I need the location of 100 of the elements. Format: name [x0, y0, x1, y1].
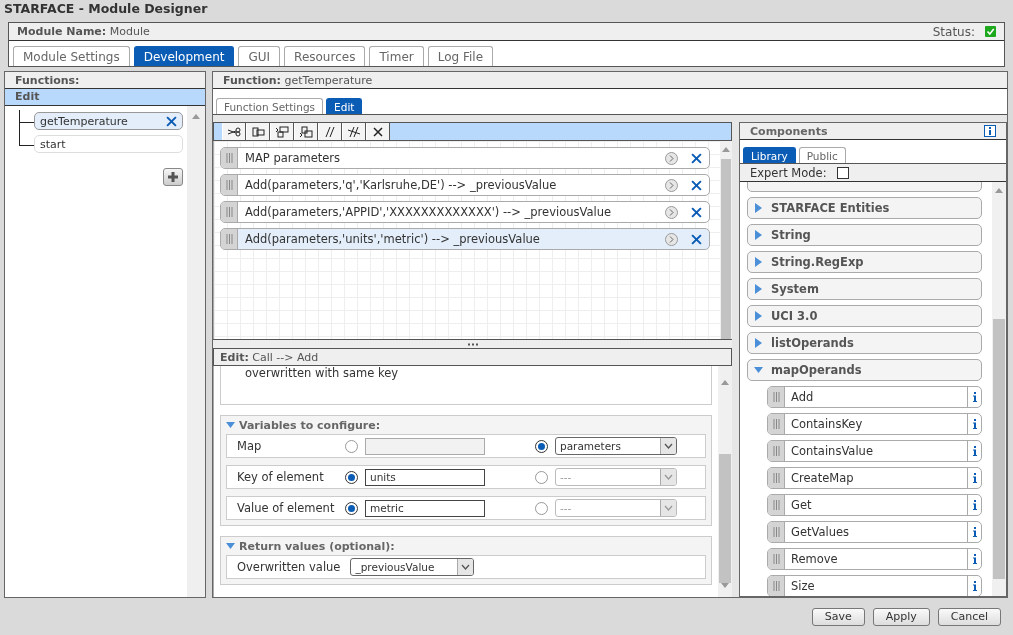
return-select[interactable]: _previousValue	[350, 558, 475, 576]
info-icon[interactable]	[972, 473, 977, 483]
component-item[interactable]: Size	[767, 575, 982, 596]
info-icon[interactable]	[984, 125, 996, 137]
collapse-icon[interactable]	[754, 365, 763, 375]
close-icon[interactable]	[166, 115, 177, 127]
tab[interactable]: GUI	[238, 46, 281, 66]
radio-button[interactable]	[345, 439, 358, 453]
radio-button[interactable]	[535, 439, 548, 453]
chevron-right-icon[interactable]	[665, 151, 678, 165]
expand-icon[interactable]	[754, 203, 763, 213]
expand-icon[interactable]	[754, 338, 763, 348]
variable-select[interactable]: parameters	[555, 437, 677, 455]
collapse-icon[interactable]	[226, 541, 235, 551]
grip-icon	[225, 180, 233, 190]
component-item[interactable]: CreateMap	[767, 467, 982, 489]
tab[interactable]: Timer	[369, 46, 424, 66]
expert-mode-label: Expert Mode:	[750, 165, 827, 180]
input-field[interactable]: metric	[365, 499, 485, 517]
input-field[interactable]	[365, 437, 485, 455]
chevron-right-icon[interactable]	[665, 178, 678, 192]
grip-icon	[772, 581, 780, 591]
add-button[interactable]	[163, 168, 183, 186]
scrollbar[interactable]	[720, 141, 732, 339]
section-title: Variables to configure:	[239, 418, 381, 432]
block-in-icon[interactable]	[275, 125, 289, 138]
statement-row[interactable]: Add(parameters,'q','Karlsruhe,DE') --> _previousValue	[220, 174, 710, 196]
category-row[interactable]: mapOperands	[747, 359, 982, 381]
component-item[interactable]: GetValues	[767, 521, 982, 543]
panel-title: Functions:	[15, 73, 80, 87]
tool-button[interactable]	[366, 123, 390, 140]
info-icon[interactable]	[972, 392, 977, 402]
component-item[interactable]: Add	[767, 386, 982, 408]
tool-button[interactable]	[318, 123, 342, 140]
radio-button[interactable]	[345, 470, 358, 484]
comment-icon[interactable]	[323, 125, 337, 138]
component-item[interactable]: Get	[767, 494, 982, 516]
dialog-button[interactable]: Cancel	[937, 607, 1001, 626]
block-out-icon[interactable]	[299, 125, 313, 138]
tool-button[interactable]	[294, 123, 318, 140]
scrollbar[interactable]	[187, 106, 205, 597]
tab[interactable]: Module Settings	[13, 46, 130, 66]
info-icon[interactable]	[972, 419, 977, 429]
statement-row[interactable]: Add(parameters,'APPID','XXXXXXXXXXXXX') --> _previousValue	[220, 201, 710, 223]
tab[interactable]: Edit	[326, 98, 363, 114]
component-item[interactable]: ContainsValue	[767, 440, 982, 462]
statement-row[interactable]: Add(parameters,'units','metric') --> _previousValue	[220, 228, 710, 250]
category-row[interactable]: listOperands	[747, 332, 982, 354]
close-icon[interactable]	[691, 233, 702, 245]
category-row[interactable]: UCI 3.0	[747, 305, 982, 327]
checkbox[interactable]	[836, 166, 849, 179]
component-item[interactable]: Remove	[767, 548, 982, 570]
plus-icon	[168, 172, 178, 182]
block-icon[interactable]	[251, 125, 265, 138]
collapse-icon[interactable]	[226, 420, 235, 430]
dialog-button[interactable]: Apply	[872, 607, 930, 626]
info-icon[interactable]	[972, 500, 977, 510]
tab[interactable]: Development	[133, 46, 235, 66]
tool-button[interactable]	[270, 123, 294, 140]
close-icon[interactable]	[691, 152, 702, 164]
scrollbar[interactable]	[992, 182, 1006, 596]
info-icon[interactable]	[972, 527, 977, 537]
info-icon[interactable]	[972, 581, 977, 591]
info-icon[interactable]	[972, 554, 977, 564]
chevron-right-icon[interactable]	[665, 205, 678, 219]
radio-button[interactable]	[535, 470, 548, 484]
radio-button[interactable]	[345, 501, 358, 515]
tab[interactable]: Public	[798, 147, 846, 163]
expand-icon[interactable]	[754, 311, 763, 321]
tab[interactable]: Library	[743, 147, 796, 163]
category-row[interactable]: STARFACE Entities	[747, 197, 982, 219]
splitter[interactable]	[213, 339, 732, 348]
radio-button[interactable]	[535, 501, 548, 515]
grip-icon	[772, 527, 780, 537]
tab[interactable]: Resources	[284, 46, 366, 66]
expand-icon[interactable]	[754, 284, 763, 294]
category-row[interactable]: System	[747, 278, 982, 300]
info-icon[interactable]	[972, 446, 977, 456]
input-field[interactable]: units	[365, 468, 485, 486]
tool-button[interactable]	[222, 123, 246, 140]
dialog-button[interactable]: Save	[811, 607, 865, 626]
tool-button[interactable]	[246, 123, 270, 140]
category-row[interactable]: String.RegExp	[747, 251, 982, 273]
expand-icon[interactable]	[754, 257, 763, 267]
function-group[interactable]: Edit	[5, 89, 205, 106]
uncomment-icon[interactable]	[347, 125, 361, 138]
statement-row[interactable]: MAP parameters	[220, 147, 710, 169]
tab[interactable]: Function Settings	[216, 98, 324, 114]
expand-icon[interactable]	[754, 230, 763, 240]
tab[interactable]: Log File	[427, 46, 494, 66]
function-item[interactable]: start	[34, 135, 183, 153]
close-icon[interactable]	[691, 179, 702, 191]
close-icon[interactable]	[691, 206, 702, 218]
scissors-icon[interactable]	[227, 125, 241, 138]
tool-button[interactable]	[342, 123, 366, 140]
category-row[interactable]: String	[747, 224, 982, 246]
function-item[interactable]: getTemperature	[34, 112, 183, 130]
delete-icon[interactable]	[371, 125, 385, 138]
component-item[interactable]: ContainsKey	[767, 413, 982, 435]
function-title: Function: getTemperature	[223, 73, 373, 87]
